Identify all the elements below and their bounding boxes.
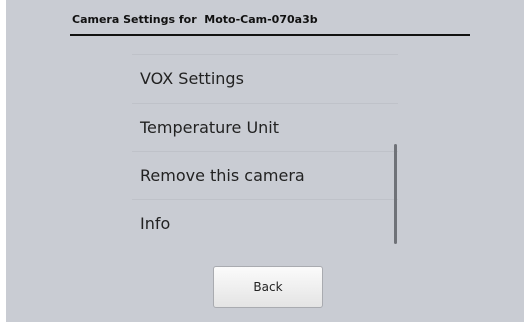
title-bar: Camera Settings for Moto-Cam-070a3b [70, 10, 470, 36]
settings-list[interactable]: VOX Settings Temperature Unit Remove thi… [132, 54, 398, 244]
back-button[interactable]: Back [213, 266, 323, 308]
list-item-label: Remove this camera [140, 166, 305, 185]
list-item-temperature-unit[interactable]: Temperature Unit [132, 104, 398, 152]
list-item-label: Info [140, 214, 171, 233]
list-item-label: VOX Settings [140, 69, 244, 88]
scrollbar-thumb[interactable] [394, 144, 397, 244]
list-item-label: Temperature Unit [140, 118, 280, 137]
list-item-info[interactable]: Info [132, 200, 398, 248]
list-item-remove-camera[interactable]: Remove this camera [132, 152, 398, 200]
settings-screen: Camera Settings for Moto-Cam-070a3b VOX … [6, 0, 524, 322]
page-title: Camera Settings for Moto-Cam-070a3b [72, 13, 318, 26]
list-item-vox-settings[interactable]: VOX Settings [132, 55, 398, 103]
